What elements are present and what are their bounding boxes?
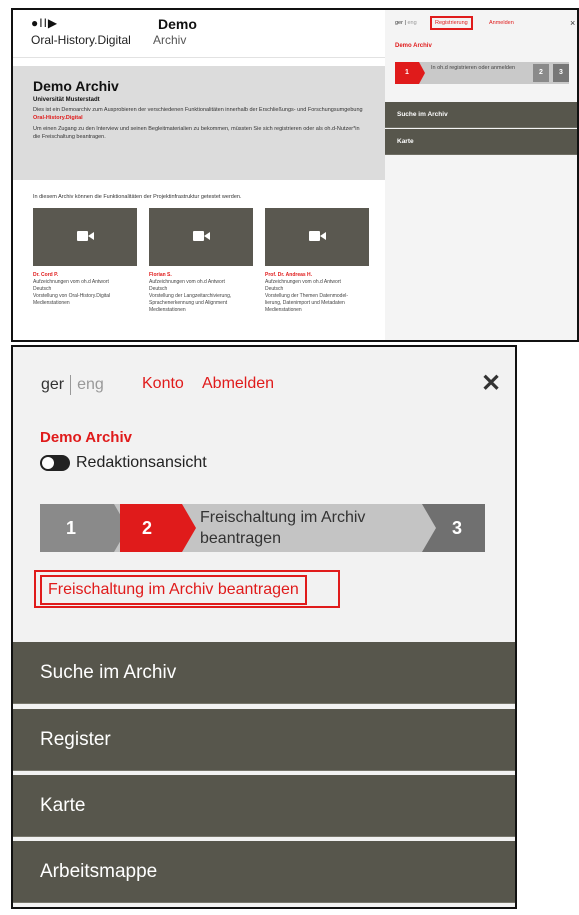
interview-card-3: Prof. Dr. Andreas H. Aufzeichnungen vom … [265,272,369,314]
card-line: Medienstationen [33,300,70,306]
close-icon[interactable]: ✕ [481,369,501,398]
nav-search-archive[interactable]: Suche im Archiv [13,642,515,704]
editor-view-label: Redaktionsansicht [76,454,207,471]
nav-map[interactable]: Karte [385,129,577,155]
step-1: 1 [40,504,128,552]
account-link[interactable]: Konto [142,375,184,393]
video-camera-icon [193,231,210,241]
card-line: Deutsch [265,286,284,292]
card-line: Deutsch [149,286,168,292]
card-line: Vorstellung der Langzeitarchivierung, [149,293,232,299]
interview-thumbnail-1[interactable] [33,208,137,266]
nav-register[interactable]: Register [13,709,515,771]
step-2: 2 [533,64,549,82]
logo-text[interactable]: Oral-History.Digital [31,33,131,47]
card-line: Aufzeichnungen vom oh.d Antwort [33,279,109,285]
logo-icon[interactable]: ●II▶ [31,16,58,30]
progress-steps: 1 2 Freischaltung im Archiv beantragen 3 [40,504,485,552]
site-title: Demo [158,16,197,32]
intro-text-1-prefix: Dies ist ein Demoarchiv zum Ausprobieren… [33,107,363,113]
step-3: 3 [422,504,485,552]
overview-screenshot: ●II▶ Oral-History.Digital Demo Archiv De… [11,8,579,342]
card-line: Sprachenerkennung und Alignment [149,300,228,306]
video-camera-icon [309,231,326,241]
step-1: 1 [395,62,425,84]
ohd-link[interactable]: Oral-History.Digital [33,115,83,121]
sidebar-archive-title: Demo Archiv [395,43,432,49]
lang-eng[interactable]: eng [77,376,104,393]
interview-thumbnail-2[interactable] [149,208,253,266]
archive-title: Demo Archiv [33,78,119,94]
sidebar: ger | eng Registrierung Anmelden × Demo … [385,10,577,340]
step-label: In oh.d registrieren oder anmelden [431,65,516,71]
video-camera-icon [77,231,94,241]
card-line: Medienstationen [265,307,302,313]
lang-ger[interactable]: ger [395,20,403,26]
lang-divider [70,375,72,395]
sidebar-archive-title: Demo Archiv [40,429,132,446]
archive-intro: Demo Archiv Universität Musterstadt Dies… [13,66,385,180]
card-line: Vorstellung der Themen Datenmodel- [265,293,349,299]
card-line: Deutsch [33,286,52,292]
login-link[interactable]: Anmelden [489,20,514,26]
language-switch: ger | eng [395,20,417,26]
nav-workbook[interactable]: Arbeitsmappe [13,841,515,903]
interview-card-1: Dr. Cord P. Aufzeichnungen vom oh.d Antw… [33,272,137,307]
intro-text-2: Um einen Zugang zu den Interview und sei… [33,126,360,140]
archive-hint: In diesem Archiv können die Funktionalit… [33,194,242,200]
step-label: Freischaltung im Archiv beantragen [200,509,366,547]
institution-label: Universität Musterstadt [33,97,100,103]
nav-map[interactable]: Karte [13,775,515,837]
sidebar-zoomed-screenshot: ger eng Konto Abmelden ✕ Demo Archiv Reda… [11,345,517,909]
card-line: Aufzeichnungen vom oh.d Antwort [265,279,341,285]
lang-ger[interactable]: ger [41,376,64,393]
language-switch: ger eng [41,375,104,395]
close-icon[interactable]: × [570,18,575,28]
intro-text-1: Dies ist ein Demoarchiv zum Ausprobieren… [33,106,365,122]
step-2: 2 [120,504,196,552]
main-content: ●II▶ Oral-History.Digital Demo Archiv De… [13,10,385,340]
interviewee-name[interactable]: Florian S. [149,272,253,279]
card-line: lierung, Datenimport und Metadaten [265,300,345,306]
card-line: Medienstationen [149,307,186,313]
interviewee-name[interactable]: Prof. Dr. Andreas H. [265,272,369,279]
logout-link[interactable]: Abmelden [202,375,274,393]
card-line: Aufzeichnungen vom oh.d Antwort [149,279,225,285]
interview-thumbnail-3[interactable] [265,208,369,266]
interviewee-name[interactable]: Dr. Cord P. [33,272,137,279]
site-subtitle: Archiv [153,33,187,47]
editor-view-toggle[interactable] [40,455,70,471]
progress-steps: 1 In oh.d registrieren oder anmelden 2 3 [395,62,569,84]
site-header: ●II▶ Oral-History.Digital Demo Archiv [13,10,385,58]
card-line: Vorstellung von Oral-History.Digital [33,293,111,299]
interview-card-2: Florian S. Aufzeichnungen vom oh.d Antwo… [149,272,253,314]
step-3: 3 [553,64,569,82]
lang-eng[interactable]: eng [407,20,416,26]
nav-search-archive[interactable]: Suche im Archiv [385,102,577,128]
request-access-button[interactable]: Freischaltung im Archiv beantragen [40,575,307,605]
register-link[interactable]: Registrierung [430,16,473,30]
